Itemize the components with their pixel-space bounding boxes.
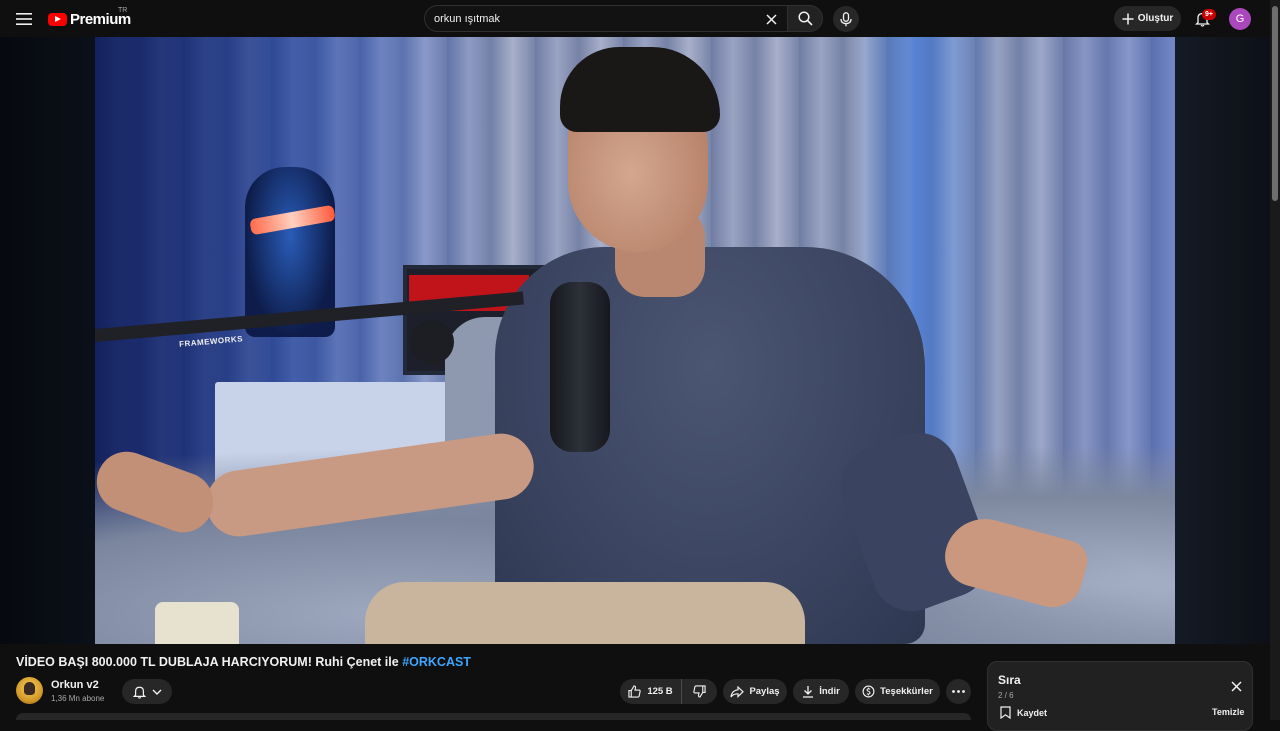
more-icon bbox=[952, 690, 965, 693]
download-label: İndir bbox=[819, 686, 840, 697]
top-bar: Premium TR Oluştur 9+ G bbox=[0, 0, 1270, 37]
close-icon bbox=[1230, 680, 1242, 692]
queue-position: 2 / 6 bbox=[998, 691, 1014, 700]
queue-title: Sıra bbox=[998, 673, 1021, 687]
menu-icon bbox=[16, 13, 32, 25]
notifications-badge: 9+ bbox=[1202, 9, 1216, 20]
video-title: VİDEO BAŞI 800.000 TL DUBLAJA HARCIYORUM… bbox=[16, 655, 471, 669]
like-count: 125 B bbox=[647, 686, 673, 697]
search-box bbox=[424, 5, 787, 32]
video-microphone bbox=[550, 282, 610, 452]
channel-name[interactable]: Orkun v2 bbox=[51, 679, 99, 691]
subscription-notifications-button[interactable] bbox=[122, 679, 172, 704]
scrollbar-thumb[interactable] bbox=[1272, 6, 1278, 201]
logo-region: TR bbox=[118, 7, 128, 14]
youtube-premium-logo[interactable]: Premium TR bbox=[48, 7, 131, 29]
thanks-button[interactable]: Teşekkürler bbox=[855, 679, 940, 704]
thumbs-up-icon bbox=[628, 685, 641, 698]
video-title-text: VİDEO BAŞI 800.000 TL DUBLAJA HARCIYORUM… bbox=[16, 655, 403, 669]
queue-close-button[interactable] bbox=[1228, 678, 1244, 694]
queue-save-button[interactable]: Kaydet bbox=[1000, 706, 1047, 719]
download-button[interactable]: İndir bbox=[793, 679, 849, 704]
channel-avatar[interactable] bbox=[16, 677, 43, 704]
queue-panel: Sıra 2 / 6 Kaydet Temizle bbox=[987, 661, 1253, 731]
create-label: Oluştur bbox=[1137, 13, 1174, 24]
video-person-legs bbox=[365, 582, 805, 644]
menu-button[interactable] bbox=[12, 8, 36, 30]
plus-icon bbox=[1122, 13, 1134, 24]
video-player[interactable]: FRAMEWORKS bbox=[0, 37, 1270, 644]
thanks-label: Teşekkürler bbox=[880, 686, 933, 697]
voice-search-button[interactable] bbox=[833, 6, 859, 32]
account-avatar[interactable]: G bbox=[1229, 8, 1251, 30]
description-box[interactable] bbox=[16, 713, 971, 720]
close-icon bbox=[765, 13, 777, 25]
search-clear-button[interactable] bbox=[763, 11, 779, 27]
download-icon bbox=[803, 686, 814, 698]
video-cup bbox=[155, 602, 239, 644]
search-icon bbox=[797, 11, 813, 26]
bell-icon bbox=[132, 686, 146, 699]
youtube-play-icon bbox=[48, 12, 67, 26]
mic-icon bbox=[840, 11, 852, 26]
dislike-button[interactable] bbox=[682, 679, 717, 704]
video-frame[interactable]: FRAMEWORKS bbox=[95, 37, 1175, 644]
thanks-icon bbox=[862, 685, 875, 698]
create-button[interactable]: Oluştur bbox=[1114, 6, 1181, 31]
share-icon bbox=[730, 685, 745, 698]
page-scrollbar[interactable] bbox=[1270, 0, 1280, 720]
more-actions-button[interactable] bbox=[946, 679, 971, 704]
search-button[interactable] bbox=[787, 5, 823, 32]
search-input[interactable] bbox=[434, 11, 754, 27]
bookmark-icon bbox=[1000, 706, 1011, 719]
chevron-down-icon bbox=[152, 689, 161, 695]
thumbs-down-icon bbox=[693, 685, 706, 698]
queue-save-label: Kaydet bbox=[1017, 707, 1048, 718]
video-title-hashtag[interactable]: #ORKCAST bbox=[402, 655, 471, 669]
video-mic-joint bbox=[410, 320, 454, 364]
share-button[interactable]: Paylaş bbox=[723, 679, 787, 704]
share-label: Paylaş bbox=[749, 686, 780, 697]
like-dislike-group: 125 B bbox=[620, 679, 717, 704]
like-button[interactable]: 125 B bbox=[620, 679, 682, 704]
channel-subscriber-count: 1,36 Mn abone bbox=[51, 694, 105, 703]
queue-clear-button[interactable]: Temizle bbox=[1212, 707, 1244, 717]
